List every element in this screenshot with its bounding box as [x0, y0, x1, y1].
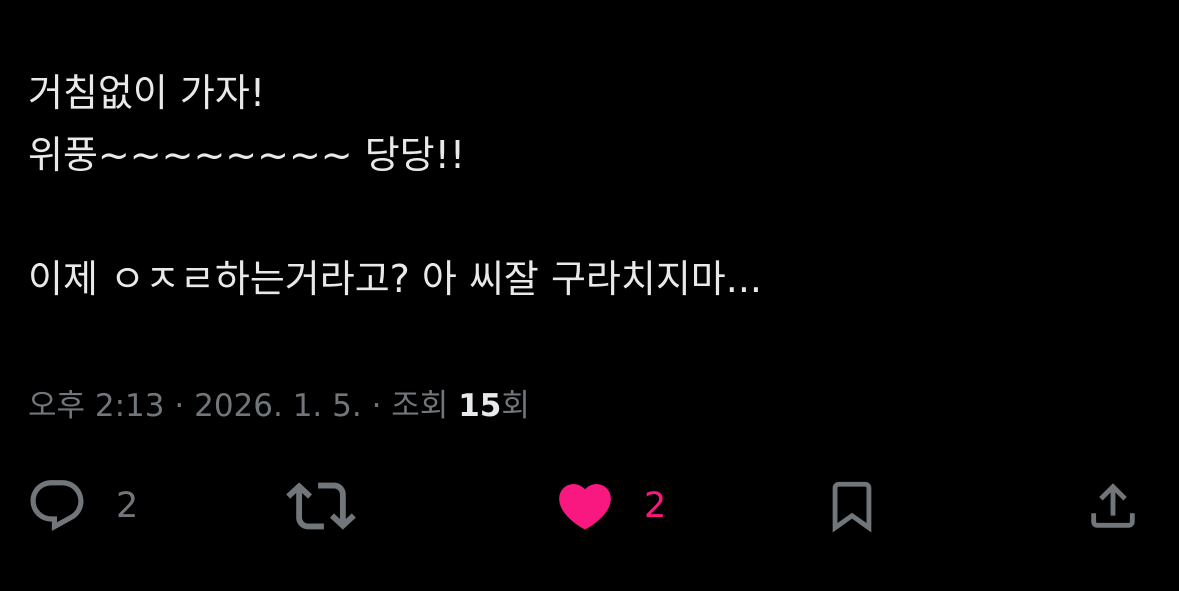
- like-button[interactable]: 2: [554, 470, 666, 542]
- tweet-time[interactable]: 오후 2:13: [28, 388, 165, 424]
- action-bar: 2 2: [0, 470, 1179, 542]
- share-button[interactable]: [1084, 470, 1142, 542]
- tweet-line: 거침없이 가자!: [28, 71, 266, 115]
- reply-count: 2: [116, 486, 139, 526]
- meta-separator: ·: [174, 388, 185, 424]
- tweet-line: 위풍~~~~~~~~ 당당!!: [28, 133, 466, 177]
- bookmark-button[interactable]: [823, 470, 881, 542]
- tweet-text: 거침없이 가자! 위풍~~~~~~~~ 당당!! 이제 ㅇㅈㄹ하는거라고? 아 …: [28, 62, 1148, 310]
- views-number: 15: [458, 388, 502, 424]
- views-count: 15: [458, 388, 501, 424]
- reply-icon: [26, 475, 88, 537]
- views-label: 조회: [391, 388, 449, 424]
- tweet-line: 이제 ㅇㅈㄹ하는거라고? 아 씨잘 구라치지마...: [28, 257, 763, 301]
- repost-button[interactable]: [286, 470, 384, 542]
- share-icon: [1084, 475, 1142, 537]
- tweet-date[interactable]: 2026. 1. 5.: [194, 388, 362, 424]
- repost-icon: [286, 471, 356, 541]
- tweet-meta: 오후 2:13 · 2026. 1. 5. · 조회 15회: [28, 384, 530, 428]
- bookmark-icon: [823, 474, 881, 538]
- meta-separator: ·: [371, 388, 382, 424]
- like-count: 2: [644, 486, 667, 526]
- heart-icon: [554, 475, 616, 537]
- reply-button[interactable]: 2: [26, 470, 138, 542]
- views-suffix: 회: [501, 388, 530, 424]
